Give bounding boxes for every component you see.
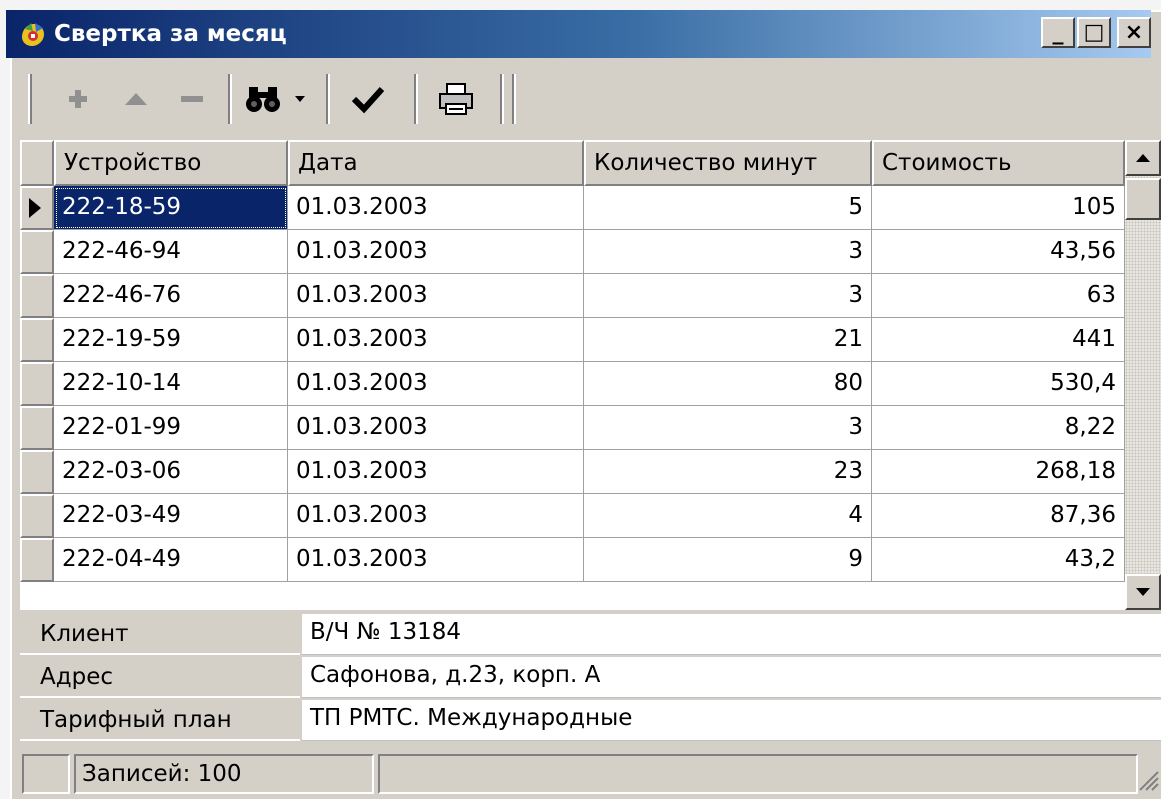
cell-date[interactable]: 01.03.2003: [288, 274, 584, 318]
address-label: Адрес: [20, 657, 300, 698]
cell-cost[interactable]: 441: [872, 318, 1125, 362]
title-bar[interactable]: Свертка за месяц _ □ ×: [6, 10, 1151, 58]
cell-date[interactable]: 01.03.2003: [288, 538, 584, 582]
column-header-cost[interactable]: Стоимость: [872, 140, 1125, 186]
cell-cost[interactable]: 43,2: [872, 538, 1125, 582]
printer-icon[interactable]: [426, 78, 486, 120]
table-row[interactable]: 222-01-99 01.03.2003 3 8,22: [20, 406, 1125, 450]
row-indicator[interactable]: [20, 406, 54, 450]
current-row-arrow-icon: [29, 198, 41, 218]
toolbar-separator: [512, 74, 516, 124]
row-indicator[interactable]: [20, 538, 54, 582]
column-header-minutes[interactable]: Количество минут: [584, 140, 872, 186]
header-indicator: [20, 140, 54, 186]
row-indicator[interactable]: [20, 450, 54, 494]
table-row[interactable]: 222-03-06 01.03.2003 23 268,18: [20, 450, 1125, 494]
scroll-up-button[interactable]: [1125, 140, 1161, 176]
cell-minutes[interactable]: 3: [584, 274, 872, 318]
cell-minutes[interactable]: 3: [584, 406, 872, 450]
cell-date[interactable]: 01.03.2003: [288, 494, 584, 538]
cell-minutes[interactable]: 21: [584, 318, 872, 362]
address-value: Сафонова, д.23, корп. А: [302, 657, 1161, 698]
cell-date[interactable]: 01.03.2003: [288, 406, 584, 450]
add-icon[interactable]: [60, 78, 96, 120]
cell-date[interactable]: 01.03.2003: [288, 318, 584, 362]
status-panel-main: [378, 754, 1138, 794]
table-row[interactable]: 222-04-49 01.03.2003 9 43,2: [20, 538, 1125, 582]
row-indicator[interactable]: [20, 494, 54, 538]
up-icon[interactable]: [114, 78, 158, 120]
details-panel: Клиент В/Ч № 13184 Адрес Сафонова, д.23,…: [20, 614, 1161, 744]
status-bar: Записей: 100: [20, 750, 1161, 799]
cell-device[interactable]: 222-04-49: [54, 538, 288, 582]
cell-device[interactable]: 222-19-59: [54, 318, 288, 362]
resize-grip-icon[interactable]: [1136, 768, 1160, 792]
vertical-scrollbar[interactable]: [1125, 140, 1161, 610]
cell-cost[interactable]: 8,22: [872, 406, 1125, 450]
cell-minutes[interactable]: 3: [584, 230, 872, 274]
cell-minutes[interactable]: 23: [584, 450, 872, 494]
data-grid: Устройство Дата Количество минут Стоимос…: [20, 140, 1161, 610]
cell-device[interactable]: 222-46-94: [54, 230, 288, 274]
records-count: Записей: 100: [74, 754, 374, 794]
cell-minutes[interactable]: 80: [584, 362, 872, 406]
cell-minutes[interactable]: 4: [584, 494, 872, 538]
table-row[interactable]: 222-03-49 01.03.2003 4 87,36: [20, 494, 1125, 538]
table-row[interactable]: 222-19-59 01.03.2003 21 441: [20, 318, 1125, 362]
cell-device[interactable]: 222-01-99: [54, 406, 288, 450]
maximize-button[interactable]: □: [1077, 17, 1111, 48]
row-indicator[interactable]: [20, 318, 54, 362]
cell-device[interactable]: 222-03-06: [54, 450, 288, 494]
column-header-device[interactable]: Устройство: [54, 140, 288, 186]
scroll-down-button[interactable]: [1125, 574, 1161, 610]
cell-date[interactable]: 01.03.2003: [288, 450, 584, 494]
cell-cost[interactable]: 87,36: [872, 494, 1125, 538]
minimize-button[interactable]: _: [1041, 17, 1075, 48]
cell-minutes[interactable]: 9: [584, 538, 872, 582]
client-label: Клиент: [20, 614, 300, 655]
toolbar-separator: [228, 74, 232, 124]
cell-date[interactable]: 01.03.2003: [288, 186, 584, 230]
delete-icon[interactable]: [170, 78, 214, 120]
scroll-down-icon: [1136, 588, 1150, 596]
cell-date[interactable]: 01.03.2003: [288, 230, 584, 274]
cell-device[interactable]: 222-10-14: [54, 362, 288, 406]
row-indicator[interactable]: [20, 274, 54, 318]
close-button[interactable]: ×: [1117, 17, 1151, 48]
cell-device[interactable]: 222-46-76: [54, 274, 288, 318]
binoculars-icon[interactable]: [240, 78, 286, 120]
dropdown-arrow-icon[interactable]: [288, 78, 312, 120]
cell-cost[interactable]: 43,56: [872, 230, 1125, 274]
table-row[interactable]: 222-46-76 01.03.2003 3 63: [20, 274, 1125, 318]
window-title: Свертка за месяц: [54, 21, 287, 47]
toolbar-separator: [326, 74, 330, 124]
column-header-date[interactable]: Дата: [288, 140, 584, 186]
scroll-thumb[interactable]: [1125, 178, 1161, 220]
app-icon: [22, 23, 44, 46]
client-value: В/Ч № 13184: [302, 614, 1161, 655]
toolbar: [20, 66, 1151, 130]
table-row[interactable]: 222-18-59 01.03.2003 5 105: [20, 186, 1125, 230]
table-row[interactable]: 222-46-94 01.03.2003 3 43,56: [20, 230, 1125, 274]
toolbar-grip[interactable]: [28, 74, 32, 124]
cell-device[interactable]: 222-18-59: [54, 186, 288, 230]
row-indicator[interactable]: [20, 186, 54, 230]
scroll-up-icon: [1136, 154, 1150, 162]
row-indicator[interactable]: [20, 230, 54, 274]
cell-cost[interactable]: 63: [872, 274, 1125, 318]
tariff-value: ТП РМТС. Международные: [302, 700, 1161, 741]
status-panel-empty: [22, 754, 70, 794]
cell-cost[interactable]: 268,18: [872, 450, 1125, 494]
row-indicator[interactable]: [20, 362, 54, 406]
checkmark-icon[interactable]: [338, 78, 398, 120]
cell-device[interactable]: 222-03-49: [54, 494, 288, 538]
toolbar-separator: [500, 74, 504, 124]
table-row[interactable]: 222-10-14 01.03.2003 80 530,4: [20, 362, 1125, 406]
cell-date[interactable]: 01.03.2003: [288, 362, 584, 406]
cell-minutes[interactable]: 5: [584, 186, 872, 230]
cell-cost[interactable]: 105: [872, 186, 1125, 230]
cell-cost[interactable]: 530,4: [872, 362, 1125, 406]
toolbar-separator: [414, 74, 418, 124]
tariff-label: Тарифный план: [20, 700, 300, 741]
